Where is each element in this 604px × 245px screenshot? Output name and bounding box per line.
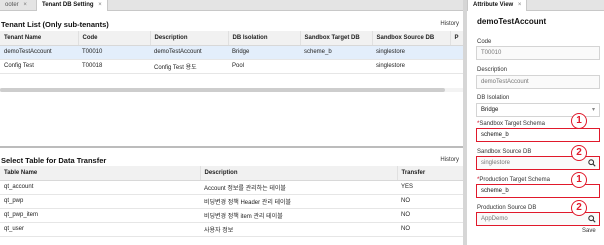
label-text: Production Target Schema (479, 177, 550, 183)
annotation-badge-2: 2 (571, 200, 587, 216)
tab-label: Attribute View (473, 2, 514, 8)
cell-p (450, 59, 463, 74)
tenant-table: Tenant Name Code Description DB Isolatio… (0, 31, 463, 74)
panel-splitter[interactable] (0, 146, 463, 148)
search-icon[interactable] (588, 215, 596, 223)
db-isolation-value: Bridge (481, 107, 499, 113)
table-header-row: Table Name Description Transfer (0, 166, 463, 181)
annotation-badge-2: 2 (571, 145, 587, 161)
table-row[interactable]: qt_account Account 정보를 관리하는 테이블 YES (0, 180, 463, 195)
cell-sandbox-target: scheme_b (300, 45, 372, 60)
column-header[interactable]: Description (200, 166, 398, 181)
cell-sandbox-target (300, 59, 372, 74)
description-field: demoTestAccount (476, 75, 600, 89)
close-icon[interactable]: × (23, 2, 27, 8)
transfer-table-title: Select Table for Data Transfer (1, 156, 107, 165)
production-source-db-value: AppDemo (481, 216, 508, 222)
column-header[interactable]: Transfer (397, 166, 463, 181)
table-row[interactable]: demoTestAccount T00010 demoTestAccount B… (0, 45, 463, 60)
cell-transfer[interactable]: NO (397, 222, 463, 237)
column-header[interactable]: Description (150, 31, 229, 46)
label-text: Sandbox Target Schema (479, 121, 545, 127)
chevron-down-icon: ▾ (591, 107, 595, 113)
table-row[interactable]: qt_user 사용자 정보 NO (0, 222, 463, 237)
cell-table-name: qt_pwp_item (0, 208, 200, 223)
column-header[interactable]: Sandbox Source DB (372, 31, 451, 46)
code-field: T00010 (476, 46, 600, 60)
tab-partial[interactable]: ooter × (0, 0, 32, 11)
transfer-history-link[interactable]: History (440, 157, 459, 163)
cell-description: 비딩변경 정책 Header 관리 테이블 (200, 194, 397, 209)
save-button[interactable]: Save (582, 228, 596, 234)
main-content: Tenant List (Only sub-tenants) History T… (0, 11, 463, 245)
column-header[interactable]: Tenant Name (0, 31, 79, 46)
cell-transfer[interactable]: YES (397, 180, 463, 195)
cell-tenant-name: demoTestAccount (0, 45, 78, 60)
cell-sandbox-source: singlestore (372, 45, 450, 60)
transfer-table: Table Name Description Transfer qt_accou… (0, 166, 463, 237)
cell-table-name: qt_account (0, 180, 200, 195)
tab-label: ooter (5, 2, 19, 8)
column-header[interactable]: P (450, 31, 463, 46)
production-source-db-label: Production Source DB (477, 205, 537, 211)
cell-db-isolation: Bridge (228, 45, 300, 60)
table-row[interactable]: Config Test T00018 Config Test 용도 Pool s… (0, 59, 463, 74)
cell-code: T00010 (78, 45, 150, 60)
horizontal-scrollbar-thumb[interactable] (0, 88, 445, 92)
cell-transfer[interactable]: NO (397, 208, 463, 223)
cell-p (450, 45, 463, 60)
annotation-badge-1: 1 (571, 113, 587, 129)
close-icon[interactable]: × (518, 2, 522, 8)
column-header[interactable]: Table Name (0, 166, 201, 181)
table-row[interactable]: qt_pwp_item 비딩변경 정책 item 관리 테이블 NO (0, 208, 463, 223)
cell-code: T00018 (78, 59, 150, 74)
cell-transfer[interactable]: NO (397, 194, 463, 209)
description-label: Description (477, 67, 508, 73)
sandbox-target-schema-input[interactable]: scheme_b (476, 128, 600, 142)
db-isolation-label: DB Isolation (477, 95, 510, 101)
tab-label: Tenant DB Setting (42, 2, 94, 8)
cell-description: demoTestAccount (150, 45, 228, 60)
tenant-list-history-link[interactable]: History (440, 21, 459, 27)
cell-sandbox-source: singlestore (372, 59, 450, 74)
column-header[interactable]: Sandbox Target DB (300, 31, 373, 46)
cell-description: Config Test 용도 (150, 59, 228, 74)
tenant-list-title: Tenant List (Only sub-tenants) (1, 20, 109, 29)
attribute-view-title: demoTestAccount (477, 17, 547, 26)
table-header-row: Tenant Name Code Description DB Isolatio… (0, 31, 463, 46)
cell-description: Account 정보를 관리하는 테이블 (200, 180, 397, 195)
annotation-badge-1: 1 (571, 172, 587, 188)
cell-tenant-name: Config Test (0, 59, 78, 74)
sandbox-target-schema-label: *Sandbox Target Schema (477, 121, 545, 127)
code-label: Code (477, 39, 492, 45)
cell-description: 사용자 정보 (200, 222, 397, 237)
tab-tenant-db-setting[interactable]: Tenant DB Setting × (36, 0, 108, 11)
column-header[interactable]: DB Isolation (228, 31, 301, 46)
close-icon[interactable]: × (98, 2, 102, 8)
cell-table-name: qt_pwp (0, 194, 200, 209)
cell-table-name: qt_user (0, 222, 200, 237)
table-row[interactable]: qt_pwp 비딩변경 정책 Header 관리 테이블 NO (0, 194, 463, 209)
sandbox-source-db-value: singlestore (481, 160, 511, 166)
tab-attribute-view[interactable]: Attribute View × (467, 0, 528, 11)
column-header[interactable]: Code (78, 31, 151, 46)
search-icon[interactable] (588, 159, 596, 167)
attribute-view-tab-bar: Attribute View × (467, 0, 604, 11)
production-target-schema-label: *Production Target Schema (477, 177, 550, 183)
cell-description: 비딩변경 정책 item 관리 테이블 (200, 208, 397, 223)
sandbox-source-db-label: Sandbox Source DB (477, 149, 532, 155)
cell-db-isolation: Pool (228, 59, 300, 74)
